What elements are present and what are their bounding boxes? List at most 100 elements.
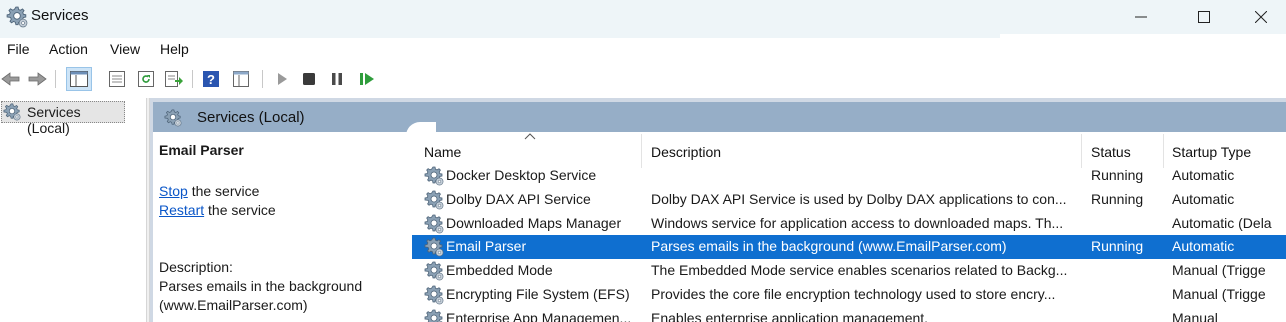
selected-service-name: Email Parser (159, 142, 244, 158)
maximize-button[interactable] (1175, 0, 1233, 34)
cell-startup-type: Automatic (1172, 190, 1235, 207)
properties-icon (109, 71, 125, 87)
table-row[interactable]: Enterprise App Managemen... Enables enter… (412, 307, 1286, 322)
refresh-button[interactable] (135, 68, 157, 90)
table-row[interactable]: Docker Desktop Service Running Automatic (412, 164, 1286, 188)
menu-view[interactable]: View (110, 41, 140, 57)
tree-item-services-local[interactable]: Services (Local) (1, 101, 125, 136)
stop-line: Stop the service (159, 183, 259, 199)
forward-icon (28, 72, 47, 86)
gears-icon (163, 109, 183, 127)
export-list-button[interactable] (163, 68, 185, 90)
forward-button[interactable] (26, 68, 48, 90)
cell-name: Email Parser (446, 238, 527, 255)
details-panel: Email Parser Stop the service Restart th… (153, 132, 406, 322)
table-row[interactable]: Embedded Mode The Embedded Mode service e… (412, 259, 1286, 283)
stop-icon (303, 73, 315, 85)
pause-service-button[interactable] (326, 68, 348, 90)
properties-button[interactable] (106, 68, 128, 90)
cell-startup-type: Manual (Trigge (1172, 262, 1266, 279)
window-title: Services (31, 7, 89, 24)
service-gear-icon (424, 190, 444, 210)
pane-header: Services (Local) (153, 102, 1286, 132)
close-button[interactable] (1232, 0, 1286, 34)
console-tree-icon (70, 71, 88, 87)
table-row[interactable]: Email Parser Parses emails in the backgro… (412, 235, 1286, 260)
restart-icon (360, 73, 374, 85)
cell-name: Embedded Mode (446, 262, 553, 279)
minimize-button[interactable] (1112, 0, 1170, 34)
minimize-icon (1135, 16, 1147, 18)
cell-description: Windows service for application access t… (651, 214, 1064, 231)
restart-line: Restart the service (159, 202, 276, 218)
cell-name: Dolby DAX API Service (446, 190, 591, 207)
cell-startup-type: Manual (Trigge (1172, 286, 1266, 302)
cell-description: Enables enterprise application managemen… (651, 309, 929, 322)
cell-status: Running (1091, 238, 1144, 255)
service-gear-icon (424, 214, 444, 234)
title-bar: Services (0, 0, 1286, 34)
services-list: Name Description Status Startup Type Doc… (412, 132, 1286, 322)
services-pane: Services (Local) Email Parser Stop the s… (150, 98, 1286, 322)
cell-startup-type: Manual (1172, 309, 1218, 322)
service-gear-icon (424, 309, 444, 322)
pause-icon (332, 73, 342, 85)
gears-icon (6, 6, 28, 28)
table-row[interactable]: Encrypting File System (EFS) Provides the… (412, 283, 1286, 307)
svg-text:?: ? (207, 72, 215, 87)
cell-name: Encrypting File System (EFS) (446, 286, 630, 302)
cell-name: Downloaded Maps Manager (446, 214, 622, 231)
column-header-startup-type[interactable]: Startup Type (1172, 144, 1251, 160)
cell-description: The Embedded Mode service enables scenar… (651, 262, 1068, 279)
stop-service-button[interactable] (298, 68, 320, 90)
cell-description: Provides the core file encryption techno… (651, 286, 1056, 302)
description-text: Parses emails in the background (www.Ema… (159, 278, 363, 313)
console-tree: Services (Local) (0, 98, 146, 322)
service-gear-icon (424, 261, 444, 281)
stop-suffix: the service (187, 183, 260, 199)
column-header-name[interactable]: Name (424, 144, 461, 160)
stop-link[interactable]: Stop (159, 183, 188, 199)
pane-header-title: Services (Local) (197, 109, 305, 126)
menu-bar: File Action View Help (0, 34, 1286, 62)
cell-startup-type: Automatic (Dela (1172, 214, 1272, 231)
description-label: Description: (159, 259, 233, 275)
cell-description: Dolby DAX API Service is used by Dolby D… (651, 190, 1067, 207)
column-header-description[interactable]: Description (651, 144, 721, 160)
menu-help[interactable]: Help (160, 41, 189, 57)
cell-status: Running (1091, 190, 1144, 207)
service-gear-icon (424, 166, 444, 186)
show-console-tree-button[interactable] (66, 67, 92, 91)
gears-icon (3, 103, 21, 121)
back-icon (1, 72, 20, 86)
tree-item-label: Services (Local) (27, 104, 81, 136)
menu-file[interactable]: File (7, 41, 30, 57)
restart-service-button[interactable] (356, 68, 378, 90)
table-row[interactable]: Dolby DAX API Service Dolby DAX API Servi… (412, 188, 1286, 212)
table-row[interactable]: Downloaded Maps Manager Windows service f… (412, 212, 1286, 236)
cell-startup-type: Automatic (1172, 238, 1235, 255)
cell-startup-type: Automatic (1172, 167, 1235, 183)
cell-status: Running (1091, 167, 1144, 183)
help-icon: ? (203, 71, 219, 87)
view-icon (233, 71, 249, 87)
export-list-icon (165, 71, 183, 87)
service-gear-icon (424, 237, 444, 257)
cell-description: Parses emails in the background (www.Ema… (651, 238, 1007, 255)
menu-action[interactable]: Action (49, 41, 88, 57)
close-icon (1255, 11, 1267, 23)
start-service-button[interactable] (271, 68, 293, 90)
help-button[interactable]: ? (200, 68, 222, 90)
column-header-status[interactable]: Status (1091, 144, 1131, 160)
back-button[interactable] (0, 68, 22, 90)
restart-suffix: the service (204, 202, 276, 218)
refresh-icon (138, 71, 154, 87)
start-icon (278, 73, 287, 85)
view-button[interactable] (230, 68, 252, 90)
maximize-icon (1198, 11, 1210, 23)
restart-link[interactable]: Restart (159, 202, 204, 218)
toolbar: ? (0, 64, 1286, 94)
cell-name: Docker Desktop Service (446, 167, 597, 183)
cell-name: Enterprise App Managemen... (446, 309, 632, 322)
service-gear-icon (424, 285, 444, 305)
